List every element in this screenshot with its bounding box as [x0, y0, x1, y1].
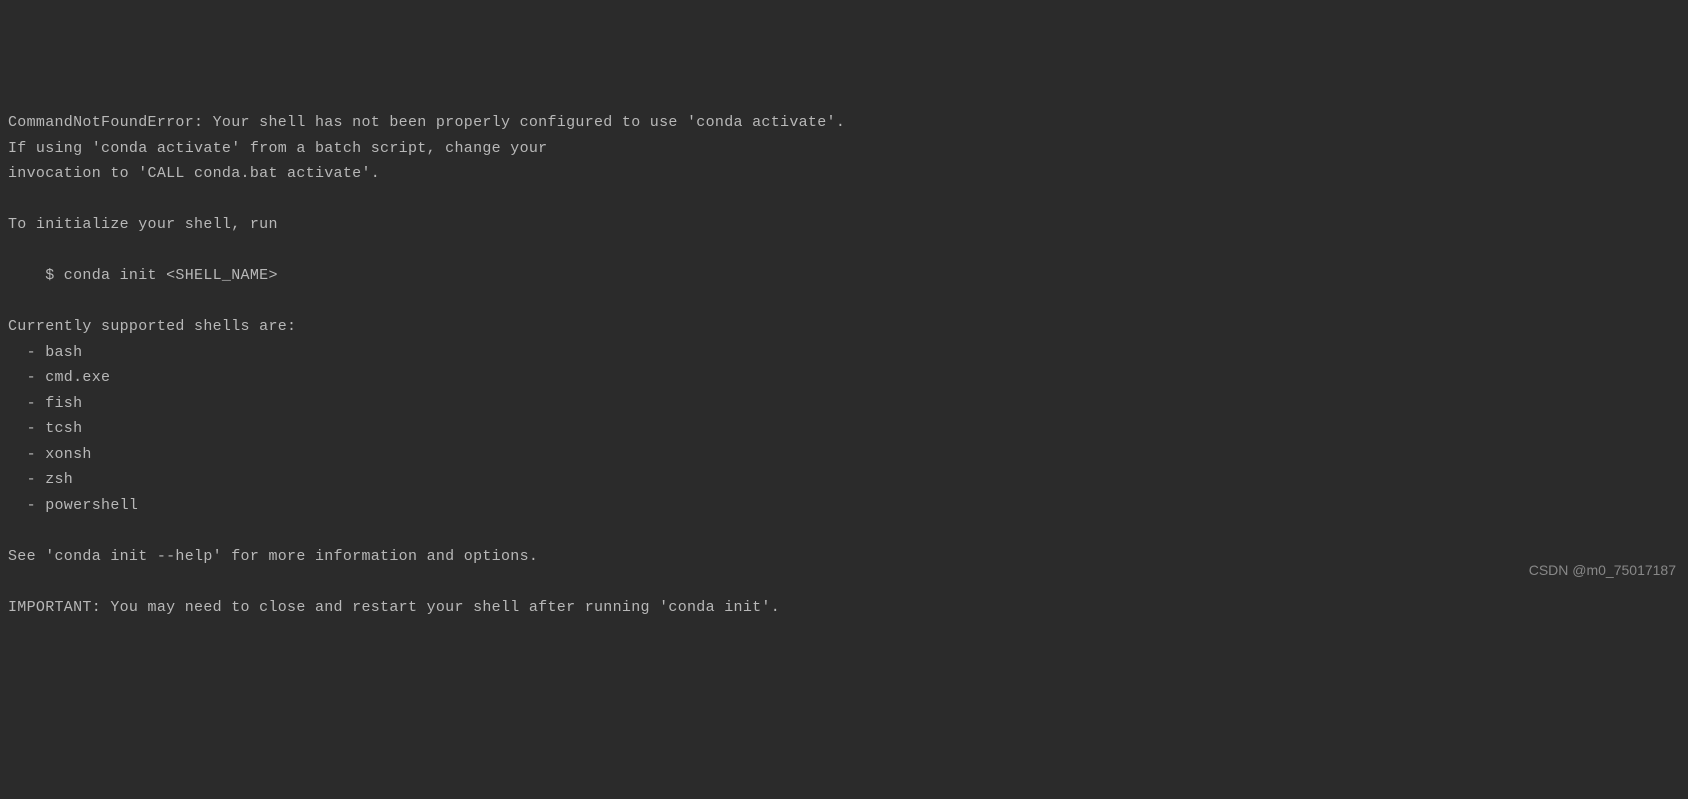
terminal-line: IMPORTANT: You may need to close and res…: [8, 599, 780, 616]
terminal-line: - cmd.exe: [8, 369, 110, 386]
terminal-line: invocation to 'CALL conda.bat activate'.: [8, 165, 380, 182]
terminal-line: - powershell: [8, 497, 138, 514]
terminal-line: Currently supported shells are:: [8, 318, 296, 335]
terminal-output[interactable]: CommandNotFoundError: Your shell has not…: [8, 110, 1680, 620]
terminal-line: - tcsh: [8, 420, 82, 437]
terminal-line: - bash: [8, 344, 82, 361]
terminal-line: - xonsh: [8, 446, 92, 463]
terminal-line: If using 'conda activate' from a batch s…: [8, 140, 547, 157]
terminal-line: - zsh: [8, 471, 73, 488]
watermark-text: CSDN @m0_75017187: [1529, 559, 1676, 583]
terminal-line: CommandNotFoundError: Your shell has not…: [8, 114, 845, 131]
terminal-line: - fish: [8, 395, 82, 412]
terminal-line: To initialize your shell, run: [8, 216, 278, 233]
terminal-line: $ conda init <SHELL_NAME>: [8, 267, 278, 284]
terminal-line: See 'conda init --help' for more informa…: [8, 548, 538, 565]
